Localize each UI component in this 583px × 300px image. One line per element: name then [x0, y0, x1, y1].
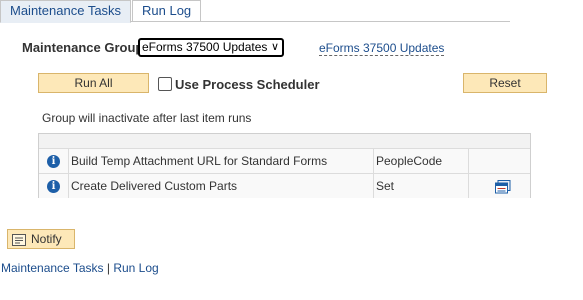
maintenance-group-description: eForms 37500 Updates [319, 41, 445, 56]
maintenance-group-label: Maintenance Group [22, 40, 144, 55]
task-description: Build Temp Attachment URL for Standard F… [69, 149, 374, 173]
grid-header [39, 134, 530, 148]
group-note: Group will inactivate after last item ru… [42, 111, 252, 125]
footer-link-maintenance-tasks[interactable]: Maintenance Tasks [1, 261, 104, 275]
reset-button[interactable]: Reset [463, 73, 547, 93]
table-row: i Build Temp Attachment URL for Standard… [39, 148, 530, 173]
tab-maintenance-tasks[interactable]: Maintenance Tasks [0, 0, 132, 23]
task-grid: i Build Temp Attachment URL for Standard… [38, 133, 531, 198]
maintenance-group-select[interactable]: eForms 37500 Updates ∨ [138, 38, 284, 57]
footer-links: Maintenance Tasks | Run Log [1, 261, 159, 275]
task-action-cell [469, 174, 532, 198]
footer-link-run-log[interactable]: Run Log [113, 261, 158, 275]
run-all-button[interactable]: Run All [38, 73, 149, 93]
footer-separator: | [106, 261, 110, 275]
info-cell: i [39, 174, 69, 198]
task-action-cell [469, 149, 532, 173]
task-type: PeopleCode [374, 149, 469, 173]
table-row: i Create Delivered Custom Parts Set [39, 173, 530, 198]
tab-bar: Maintenance Tasks Run Log [0, 0, 510, 23]
info-icon[interactable]: i [47, 180, 60, 194]
task-description: Create Delivered Custom Parts [69, 174, 374, 198]
maintenance-group-selected: eForms 37500 Updates [142, 40, 268, 54]
info-icon[interactable]: i [47, 155, 60, 169]
chevron-down-icon: ∨ [270, 41, 279, 53]
info-cell: i [39, 149, 69, 173]
use-process-scheduler-option[interactable]: Use Process Scheduler [158, 77, 320, 92]
tab-run-log[interactable]: Run Log [132, 0, 202, 21]
use-process-scheduler-checkbox[interactable] [158, 77, 172, 91]
detail-grid-icon[interactable] [494, 179, 511, 194]
notify-label: Notify [31, 232, 62, 246]
use-process-scheduler-label: Use Process Scheduler [175, 77, 320, 92]
task-type: Set [374, 174, 469, 198]
notify-button[interactable]: Notify [7, 229, 75, 249]
notify-icon [12, 233, 26, 246]
